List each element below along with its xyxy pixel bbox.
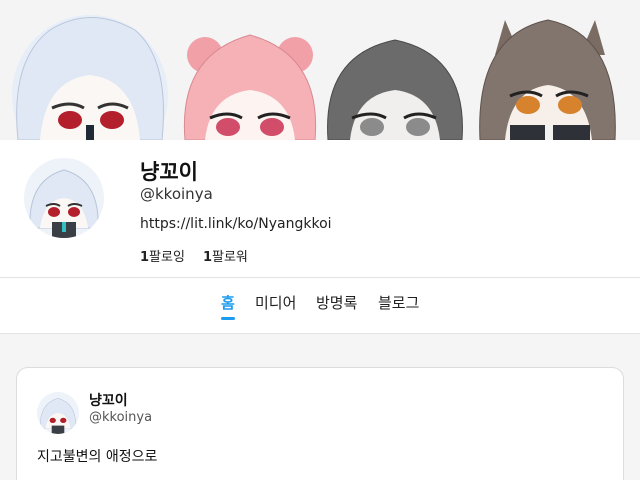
- post-card[interactable]: 냥꼬이 @kkoinya 지고불변의 애정으로: [16, 367, 624, 480]
- tab-media[interactable]: 미디어: [255, 292, 296, 313]
- post-author-handle: @kkoinya: [89, 410, 153, 425]
- post-author-name: 냥꼬이: [89, 393, 128, 409]
- tab-blog[interactable]: 블로그: [378, 292, 419, 313]
- banner-character-gray-hair: [327, 39, 463, 140]
- following-label: 팔로잉: [149, 250, 185, 265]
- followers-label: 팔로워: [211, 250, 248, 265]
- banner-character-brown-hair: [479, 19, 616, 140]
- following-count: 1: [140, 250, 150, 265]
- profile-banner[interactable]: [0, 0, 640, 140]
- avatar-illustration: [24, 158, 104, 238]
- banner-character-pink-hair: [183, 34, 317, 140]
- followers-stat[interactable]: 1팔로워: [203, 246, 248, 265]
- profile-tabs: 홈 미디어 방명록 블로그: [0, 277, 640, 334]
- profile-name: 냥꼬이: [140, 160, 198, 184]
- banner-illustration: [12, 15, 616, 140]
- active-tab-indicator: [221, 317, 235, 320]
- banner-character-white-hair: [12, 15, 168, 140]
- tab-home[interactable]: 홈: [221, 292, 235, 313]
- followers-count: 1: [202, 250, 212, 265]
- tab-guestbook[interactable]: 방명록: [316, 292, 357, 313]
- profile-card: 냥꼬이 @kkoinya https://lit.link/ko/Nyangkk…: [0, 140, 640, 277]
- profile-handle: @kkoinya: [140, 185, 213, 203]
- profile-link[interactable]: https://lit.link/ko/Nyangkkoi: [140, 216, 332, 232]
- post-avatar-illustration: [37, 392, 79, 434]
- post-avatar[interactable]: [37, 392, 79, 434]
- follow-stats: 1팔로잉 1팔로워: [140, 246, 248, 265]
- post-text: 지고불변의 애정으로: [37, 449, 158, 465]
- following-stat[interactable]: 1팔로잉: [140, 246, 185, 265]
- profile-avatar[interactable]: [24, 158, 104, 238]
